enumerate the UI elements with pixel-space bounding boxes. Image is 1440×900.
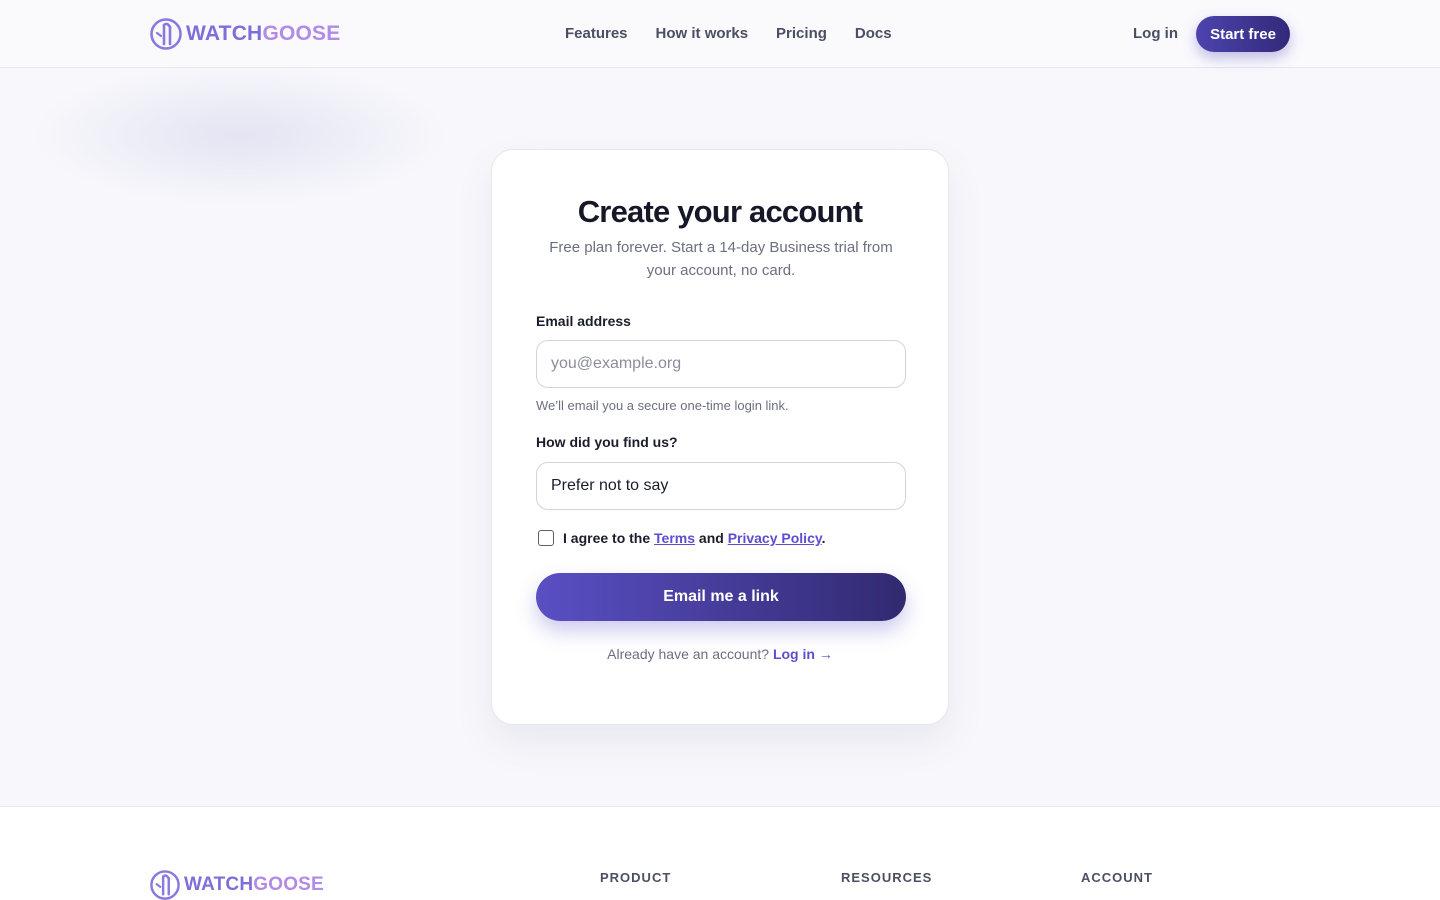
header-login-link[interactable]: Log in [1133,24,1178,44]
background-glow [20,60,460,210]
already-text: Already have an account? [607,646,770,662]
email-label: Email address [536,313,631,329]
page-subtitle: Free plan forever. Start a 14-day Busine… [549,239,893,279]
existing-account-prompt: Already have an account? Log in → [492,646,948,662]
nav-how-it-works[interactable]: How it works [656,24,749,44]
agree-prefix: I agree to the [563,530,655,546]
nav-docs[interactable]: Docs [855,24,892,44]
source-select[interactable]: Prefer not to say [536,462,906,510]
footer-brand-logo[interactable]: WATCHGOOSE [150,869,324,900]
goose-logo-icon [150,18,182,50]
agree-suffix: . [821,530,826,546]
main-nav: Features How it works Pricing Docs [565,24,892,44]
source-label: How did you find us? [536,434,678,450]
card-login-link[interactable]: Log in → [773,646,833,662]
email-me-link-button[interactable]: Email me a link [536,573,906,621]
terms-link[interactable]: Terms [654,530,695,546]
signup-card: Create your account Free plan forever. S… [491,149,949,725]
nav-features[interactable]: Features [565,24,628,44]
footer-heading-resources: RESOURCES [841,870,933,885]
terms-checkbox[interactable] [538,530,554,546]
source-select-value: Prefer not to say [551,477,669,494]
brand-logo[interactable]: WATCHGOOSE [150,17,340,51]
brand-wordmark: WATCHGOOSE [186,22,341,45]
terms-agreement: I agree to the Terms and Privacy Policy. [538,530,826,546]
privacy-policy-link[interactable]: Privacy Policy [728,530,822,546]
top-navbar: WATCHGOOSE Features How it works Pricing… [0,0,1440,68]
agree-mid: and [695,530,728,546]
goose-logo-icon [150,870,180,900]
footer-heading-account: ACCOUNT [1081,870,1153,885]
email-field[interactable] [536,340,906,388]
page-title: Create your account [577,194,863,229]
start-free-button[interactable]: Start free [1196,16,1290,52]
nav-pricing[interactable]: Pricing [776,24,827,44]
footer: WATCHGOOSE PRODUCT RESOURCES ACCOUNT [0,806,1440,900]
footer-brand-wordmark: WATCHGOOSE [184,874,324,895]
footer-heading-product: PRODUCT [600,870,672,885]
email-hint: We’ll email you a secure one-time login … [536,398,789,413]
